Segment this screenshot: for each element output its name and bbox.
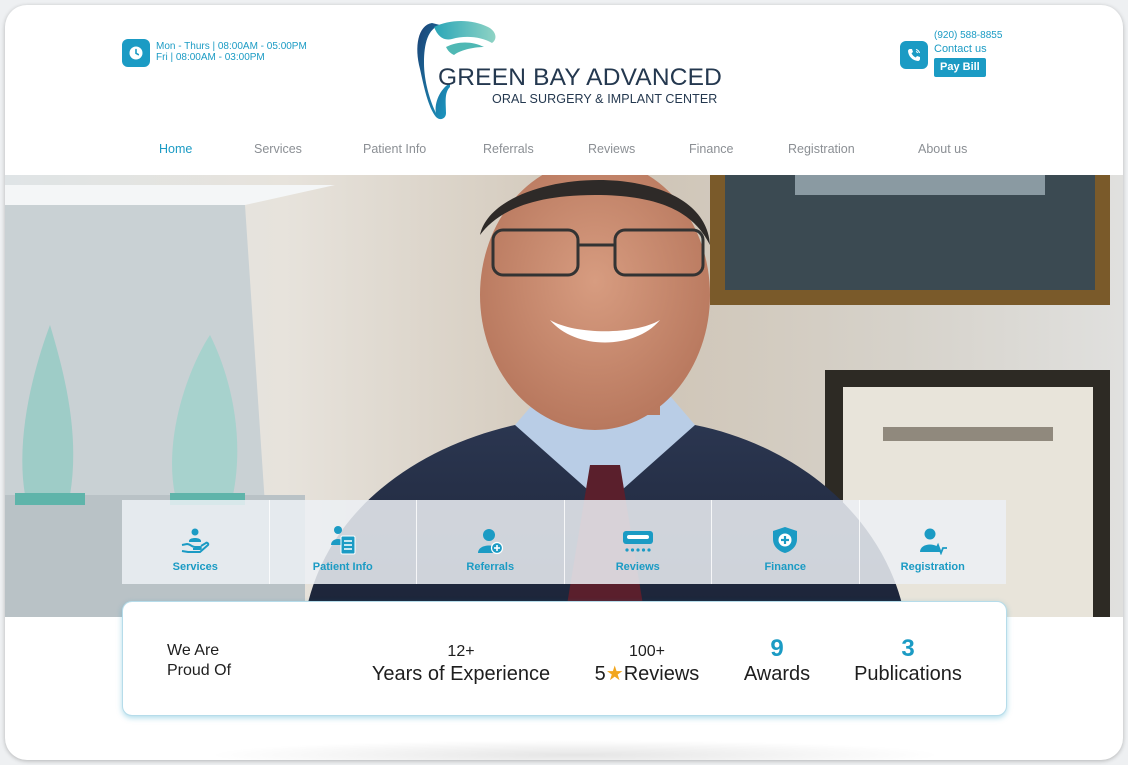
quick-link-services[interactable]: Services — [122, 500, 270, 584]
quick-link-reviews[interactable]: Reviews — [565, 500, 712, 584]
stat-reviews: 100+ 5★Reviews — [587, 642, 707, 686]
pay-bill-button[interactable]: Pay Bill — [934, 58, 986, 77]
patient-document-icon — [330, 526, 356, 555]
stat-reviews-rating: 5 — [594, 663, 606, 685]
quick-link-label: Services — [172, 561, 218, 573]
star-icon: ★ — [605, 663, 624, 685]
office-hours: Mon - Thurs | 08:00AM - 05:00PM Fri | 08… — [122, 39, 307, 67]
phone-icon[interactable] — [900, 41, 928, 69]
nav-patient-info[interactable]: Patient Info — [363, 142, 426, 156]
logo-subtitle: ORAL SURGERY & IMPLANT CENTER — [492, 92, 718, 106]
stat-awards: 9 Awards — [733, 636, 821, 686]
stat-publications: 3 Publications — [845, 636, 971, 686]
quick-link-patient-info[interactable]: Patient Info — [270, 500, 417, 584]
user-registration-icon — [919, 528, 947, 555]
stat-awards-label: Awards — [743, 663, 811, 685]
nav-home[interactable]: Home — [159, 142, 192, 156]
nav-services[interactable]: Services — [254, 142, 302, 156]
quick-link-label: Patient Info — [312, 561, 373, 573]
nav-referrals[interactable]: Referrals — [483, 142, 534, 156]
stat-awards-value: 9 — [770, 635, 784, 662]
contact-us-link[interactable]: Contact us — [934, 42, 987, 56]
shield-plus-icon — [773, 527, 798, 553]
nav-reviews[interactable]: Reviews — [588, 142, 635, 156]
hand-care-icon — [182, 528, 210, 553]
stat-experience: 12+ Years of Experience — [371, 642, 551, 686]
nav-about-us[interactable]: About us — [918, 142, 967, 156]
quick-link-label: Finance — [764, 561, 807, 573]
rating-card-icon — [622, 531, 653, 552]
stat-experience-label: Years of Experience — [371, 663, 551, 685]
proud-of-heading: We Are Proud Of — [167, 642, 232, 679]
stats-card: We Are Proud Of 12+ Years of Experience … — [122, 601, 1007, 716]
logo-title: GREEN BAY ADVANCED — [438, 64, 723, 91]
clock-icon — [122, 39, 150, 67]
user-plus-icon — [478, 529, 504, 555]
quick-link-registration[interactable]: Registration — [860, 500, 1007, 584]
nav-registration[interactable]: Registration — [788, 142, 855, 156]
quick-link-finance[interactable]: Finance — [712, 500, 860, 584]
main-nav: Home Services Patient Info Referrals Rev… — [5, 142, 1123, 162]
nav-finance[interactable]: Finance — [689, 142, 733, 156]
stat-publications-label: Publications — [854, 663, 962, 685]
stat-publications-value: 3 — [901, 635, 915, 662]
quick-link-label: Registration — [900, 561, 965, 573]
stat-reviews-label: Reviews — [623, 663, 700, 685]
section-shadow — [205, 740, 945, 760]
hours-friday: Fri | 08:00AM - 03:00PM — [156, 52, 265, 63]
quick-link-label: Reviews — [615, 561, 660, 573]
quick-link-label: Referrals — [466, 561, 515, 573]
contact-block: (920) 588-8855 Contact us Pay Bill — [900, 29, 1002, 77]
browser-page: Mon - Thurs | 08:00AM - 05:00PM Fri | 08… — [5, 5, 1123, 760]
hours-weekdays: Mon - Thurs | 08:00AM - 05:00PM — [156, 41, 307, 52]
stat-experience-value: 12+ — [447, 643, 475, 660]
stat-reviews-value: 100+ — [628, 643, 666, 660]
quick-link-referrals[interactable]: Referrals — [417, 500, 565, 584]
site-logo[interactable]: GREEN BAY ADVANCED ORAL SURGERY & IMPLAN… — [410, 17, 723, 121]
quick-links-bar: Services Patient Info Referrals Reviews … — [122, 500, 1006, 584]
phone-number[interactable]: (920) 588-8855 — [934, 29, 1002, 42]
